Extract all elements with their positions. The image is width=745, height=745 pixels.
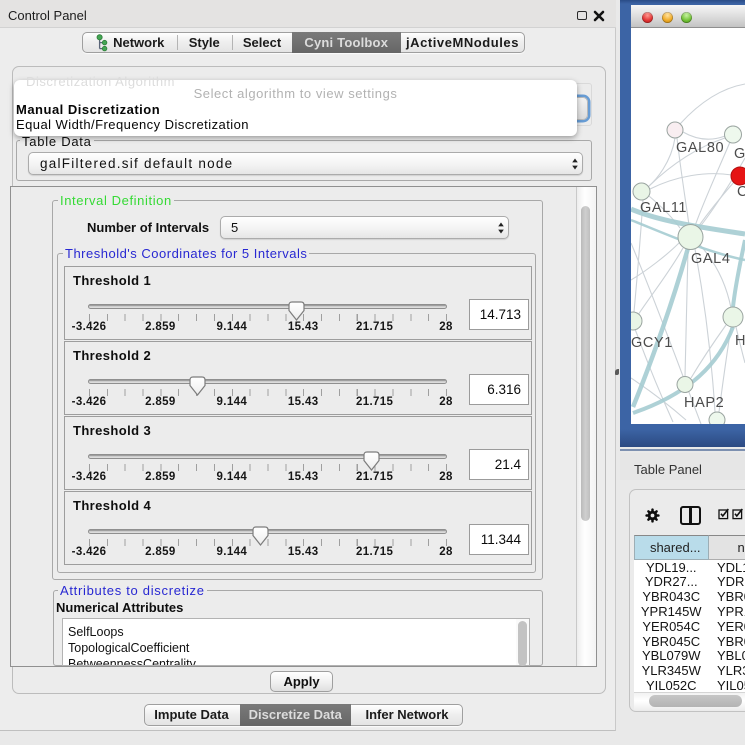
svg-text:H: H [735, 333, 745, 349]
svg-text:GAL80: GAL80 [676, 140, 724, 156]
svg-text:C: C [737, 184, 745, 200]
svg-text:GCY1: GCY1 [631, 335, 673, 351]
svg-text:GA: GA [734, 146, 745, 162]
svg-text:GAL11: GAL11 [640, 200, 687, 216]
svg-text:GAL4: GAL4 [691, 251, 730, 267]
svg-text:HAP2: HAP2 [684, 395, 724, 411]
